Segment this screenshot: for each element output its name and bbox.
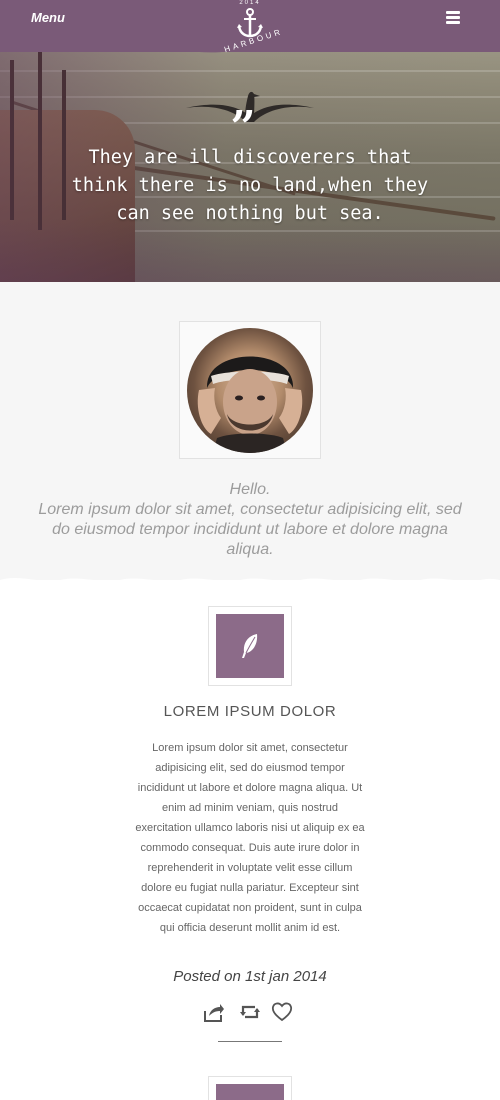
hamburger-icon[interactable] (446, 11, 460, 25)
hero-quote: They are ill discoverers that think ther… (71, 147, 429, 224)
menu-link[interactable]: Menu (31, 10, 65, 25)
post-date: Posted on 1st jan 2014 (173, 968, 327, 985)
harbour-logo[interactable]: 2014 HARBOUR (210, 0, 290, 60)
next-post-icon (216, 1084, 284, 1100)
post-body: Lorem ipsum dolor sit amet, consectetur … (135, 742, 365, 934)
quote-icon: ” (230, 102, 256, 153)
post-wave-edge (0, 578, 500, 590)
intro-text: Lorem ipsum dolor sit amet, consectetur … (38, 501, 462, 558)
share-icon[interactable] (203, 1001, 225, 1023)
post-title: LOREM IPSUM DOLOR (163, 703, 337, 720)
avatar (187, 328, 313, 453)
logo-year: 2014 (239, 0, 261, 6)
post-divider (218, 1041, 282, 1042)
retweet-icon[interactable] (239, 1001, 261, 1023)
heart-icon[interactable] (271, 1001, 293, 1023)
feather-icon (216, 614, 284, 678)
post-actions (203, 1001, 297, 1023)
intro-hello: Hello. (229, 481, 271, 498)
